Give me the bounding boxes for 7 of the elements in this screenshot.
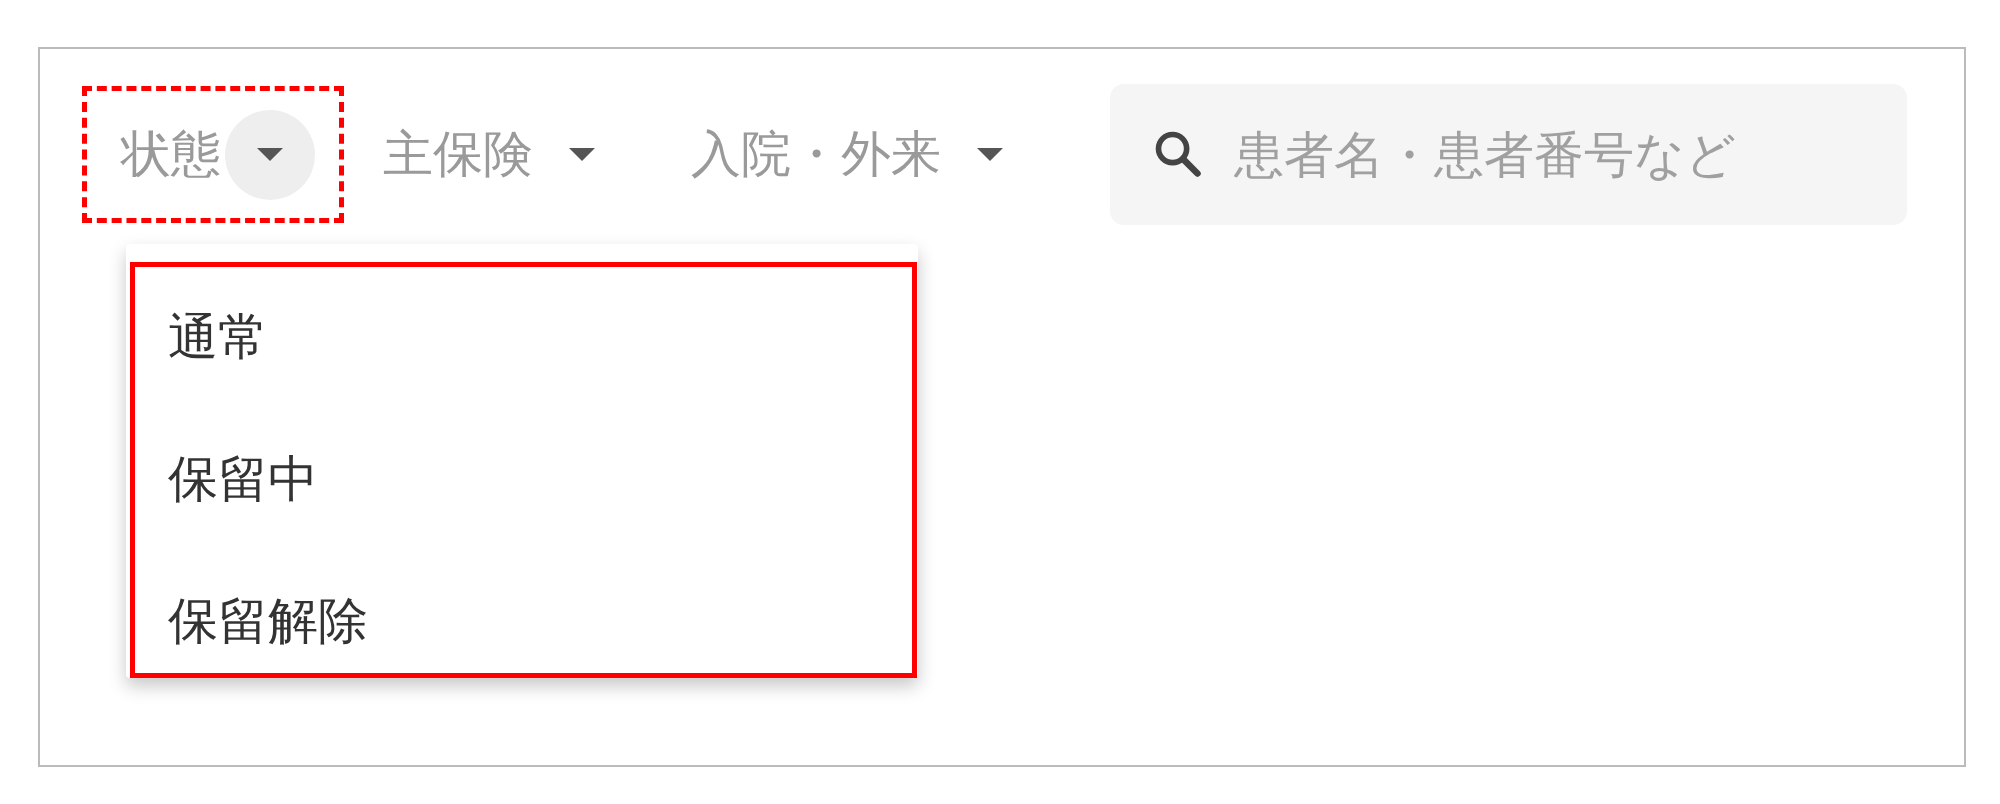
- menu-item[interactable]: 通常: [135, 277, 912, 419]
- menu-item[interactable]: 保留解除: [135, 561, 912, 703]
- caret-icon: [257, 148, 283, 161]
- search-field[interactable]: 患者名・患者番号など: [1110, 84, 1907, 225]
- menu-item[interactable]: 保留中: [135, 419, 912, 561]
- caret-icon: [569, 148, 595, 161]
- caret-icon: [977, 148, 1003, 161]
